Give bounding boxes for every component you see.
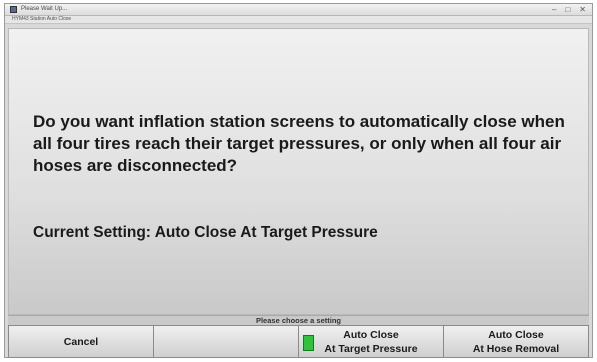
status-prompt: Please choose a setting [8, 315, 589, 325]
app-icon [10, 6, 17, 13]
softkey-label-line1: Auto Close [343, 328, 399, 341]
green-indicator-icon [303, 335, 314, 351]
title-bar: Please Wait Up... – □ ✕ [5, 4, 592, 16]
blank-softkey[interactable] [153, 325, 298, 358]
softkey-label: Cancel [63, 335, 99, 348]
maximize-icon[interactable]: □ [565, 5, 570, 14]
dialog-window: Please Wait Up... – □ ✕ HYM43 Station Au… [4, 3, 593, 358]
main-content: Do you want inflation station screens to… [8, 28, 589, 315]
auto-close-target-pressure-button[interactable]: Auto Close At Target Pressure [298, 325, 443, 358]
screen-id: HYM43 Station Auto Close [12, 16, 72, 22]
window-title: Please Wait Up... [21, 6, 68, 12]
auto-close-hose-removal-button[interactable]: Auto Close At Hose Removal [443, 325, 589, 358]
cancel-button[interactable]: Cancel [8, 325, 153, 358]
softkey-label-line1: Auto Close [488, 328, 544, 341]
softkey-label-line2: At Target Pressure [324, 342, 418, 355]
softkey-bar: Cancel Auto Close At Target Pressure Aut… [8, 325, 589, 358]
current-setting-text: Current Setting: Auto Close At Target Pr… [33, 224, 378, 241]
window-controls: – □ ✕ [552, 5, 586, 14]
softkey-label-line2: At Hose Removal [472, 342, 560, 355]
question-text: Do you want inflation station screens to… [33, 112, 565, 175]
minimize-icon[interactable]: – [552, 5, 556, 14]
close-icon[interactable]: ✕ [579, 5, 586, 14]
screen-id-bar: HYM43 Station Auto Close [5, 16, 592, 24]
